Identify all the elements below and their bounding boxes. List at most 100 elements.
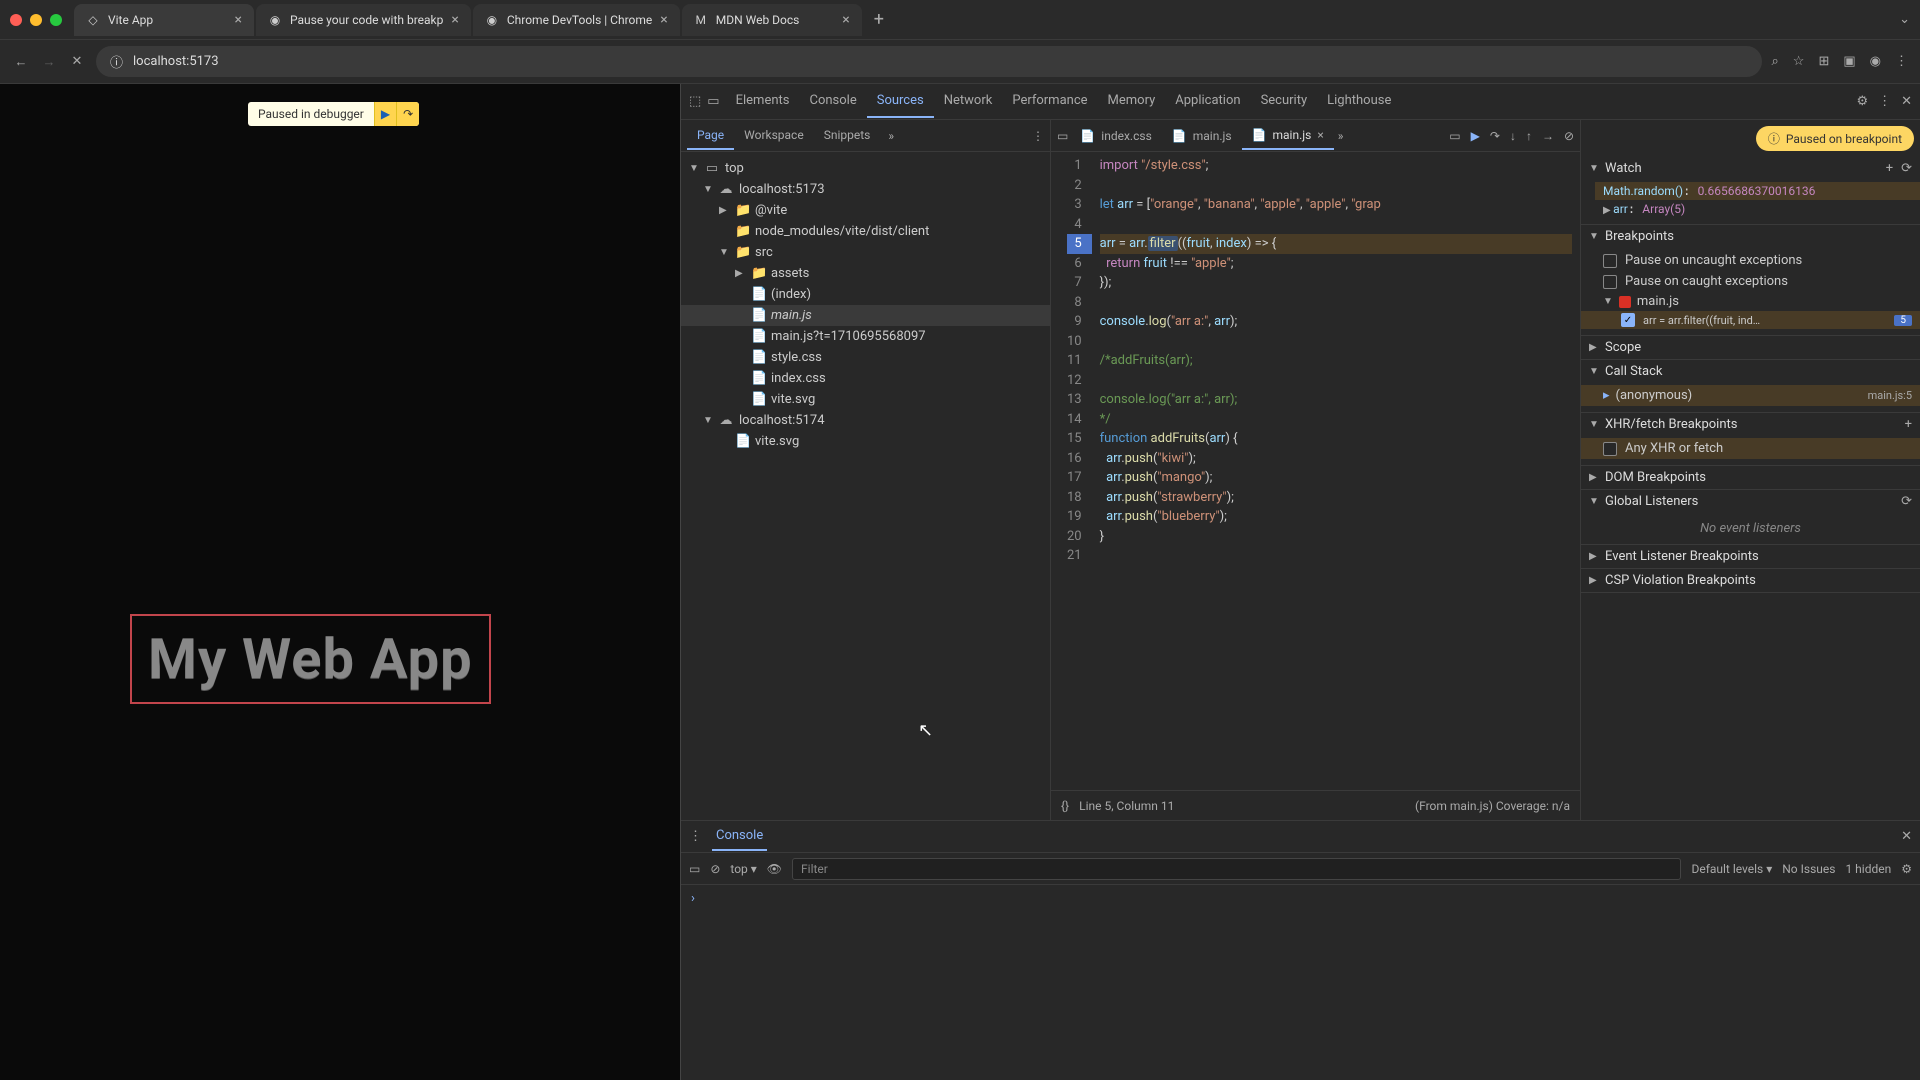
line-number[interactable]: 9 xyxy=(1067,312,1082,332)
breakpoint-file[interactable]: ▼main.js xyxy=(1603,292,1912,311)
line-number[interactable]: 6 xyxy=(1067,254,1082,274)
format-icon[interactable]: ▭ xyxy=(1449,129,1460,143)
code-line[interactable]: arr.push("strawberry"); xyxy=(1100,488,1572,508)
code-line[interactable]: } xyxy=(1100,527,1572,547)
close-tab-icon[interactable]: × xyxy=(1317,128,1323,142)
line-number[interactable]: 21 xyxy=(1067,546,1082,566)
clear-console-icon[interactable]: ⊘ xyxy=(710,862,720,876)
tree-item[interactable]: 📄vite.svg xyxy=(681,431,1050,452)
code-line[interactable] xyxy=(1100,176,1572,196)
extensions-icon[interactable]: ⊞ xyxy=(1818,54,1829,69)
code-editor[interactable]: 123456789101112131415161718192021 import… xyxy=(1051,152,1580,790)
drawer-more-icon[interactable]: ⋮ xyxy=(689,829,702,844)
resume-icon[interactable]: ▶ xyxy=(1471,129,1480,143)
search-icon[interactable]: ⌕ xyxy=(1772,54,1779,69)
pretty-print-icon[interactable]: {} xyxy=(1061,799,1069,813)
close-devtools-icon[interactable]: ✕ xyxy=(1901,94,1912,109)
pause-caught-row[interactable]: Pause on caught exceptions xyxy=(1603,271,1912,292)
nav-tab-snippets[interactable]: Snippets xyxy=(814,122,881,150)
editor-tab[interactable]: 📄index.css xyxy=(1070,122,1161,150)
callstack-header[interactable]: ▼Call Stack xyxy=(1581,360,1920,383)
code-line[interactable]: /*addFruits(arr); xyxy=(1100,351,1572,371)
code-line[interactable] xyxy=(1100,215,1572,235)
tree-item[interactable]: ▶📁@vite xyxy=(681,200,1050,221)
watch-expression[interactable]: ▶ arr: Array(5) xyxy=(1603,200,1912,218)
code-line[interactable]: return fruit !== "apple"; xyxy=(1100,254,1572,274)
tree-item[interactable]: 📄main.js xyxy=(681,305,1050,326)
overflow-icon[interactable]: » xyxy=(1338,129,1344,143)
xhr-any-row[interactable]: Any XHR or fetch xyxy=(1581,438,1920,459)
tree-item[interactable]: ▼☁localhost:5173 xyxy=(681,179,1050,200)
browser-tab[interactable]: ◉Chrome DevTools | Chrome× xyxy=(473,4,680,36)
new-tab-button[interactable]: + xyxy=(864,9,894,30)
devtools-tab-network[interactable]: Network xyxy=(934,85,1003,118)
browser-tab[interactable]: ◇Vite App× xyxy=(74,4,254,36)
tree-item[interactable]: ▼📁src xyxy=(681,242,1050,263)
add-watch-icon[interactable]: + xyxy=(1886,161,1893,176)
console-output[interactable]: › xyxy=(681,885,1920,1080)
line-number[interactable]: 20 xyxy=(1067,527,1082,547)
issues-badge[interactable]: No Issues xyxy=(1782,862,1835,876)
refresh-icon[interactable]: ⟳ xyxy=(1901,161,1912,176)
line-number[interactable]: 17 xyxy=(1067,468,1082,488)
code-line[interactable]: console.log("arr a:", arr); xyxy=(1100,312,1572,332)
xhr-header[interactable]: ▼XHR/fetch Breakpoints+ xyxy=(1581,413,1920,436)
line-number[interactable]: 15 xyxy=(1067,429,1082,449)
inspect-icon[interactable]: ⬚ xyxy=(689,94,701,109)
sidebar-toggle-icon[interactable]: ▭ xyxy=(689,862,700,876)
console-tab[interactable]: Console xyxy=(712,822,767,851)
code-line[interactable]: }); xyxy=(1100,273,1572,293)
close-window[interactable] xyxy=(10,14,22,26)
line-number[interactable]: 2 xyxy=(1067,176,1082,196)
address-field[interactable]: ⓘ localhost:5173 xyxy=(96,46,1762,77)
nav-tab-page[interactable]: Page xyxy=(687,122,734,150)
code-line[interactable]: arr = arr.filter((fruit, index) => { xyxy=(1100,234,1572,254)
maximize-window[interactable] xyxy=(50,14,62,26)
back-button[interactable]: ← xyxy=(12,54,30,70)
devtools-tab-performance[interactable]: Performance xyxy=(1002,85,1097,118)
step-out-icon[interactable]: ↑ xyxy=(1526,129,1532,143)
close-drawer-icon[interactable]: ✕ xyxy=(1901,829,1912,844)
chevron-down-icon[interactable]: ⌄ xyxy=(1899,12,1910,27)
line-number[interactable]: 8 xyxy=(1067,293,1082,313)
breakpoints-header[interactable]: ▼Breakpoints xyxy=(1581,225,1920,248)
step-over-icon[interactable]: ↷ xyxy=(1490,129,1500,143)
code-line[interactable] xyxy=(1100,546,1572,566)
code-line[interactable]: let arr = ["orange", "banana", "apple", … xyxy=(1100,195,1572,215)
live-expr-icon[interactable]: 👁 xyxy=(767,862,782,876)
tree-item[interactable]: 📄(index) xyxy=(681,284,1050,305)
forward-button[interactable]: → xyxy=(40,54,58,70)
code-line[interactable]: */ xyxy=(1100,410,1572,430)
line-number[interactable]: 7 xyxy=(1067,273,1082,293)
code-line[interactable] xyxy=(1100,293,1572,313)
device-icon[interactable]: ▭ xyxy=(707,94,719,109)
event-listener-bp-header[interactable]: ▶Event Listener Breakpoints xyxy=(1581,545,1920,568)
callstack-frame[interactable]: ▸ (anonymous) main.js:5 xyxy=(1581,385,1920,406)
devtools-tab-memory[interactable]: Memory xyxy=(1098,85,1166,118)
tree-item[interactable]: 📄main.js?t=1710695568097 xyxy=(681,326,1050,347)
editor-tab[interactable]: 📄main.js× xyxy=(1242,122,1334,150)
refresh-icon[interactable]: ⟳ xyxy=(1901,494,1912,509)
nav-tab-workspace[interactable]: Workspace xyxy=(734,122,814,150)
scope-header[interactable]: ▶Scope xyxy=(1581,336,1920,359)
toggle-nav-icon[interactable]: ▭ xyxy=(1057,129,1068,143)
close-tab-icon[interactable]: × xyxy=(235,12,242,28)
line-number[interactable]: 10 xyxy=(1067,332,1082,352)
devtools-tab-security[interactable]: Security xyxy=(1251,85,1318,118)
site-info-icon[interactable]: ⓘ xyxy=(110,52,123,71)
close-tab-icon[interactable]: × xyxy=(451,12,458,28)
line-number[interactable]: 5 xyxy=(1067,234,1092,254)
browser-tab[interactable]: MMDN Web Docs× xyxy=(682,4,862,36)
step-icon[interactable]: → xyxy=(1542,129,1554,143)
console-settings-icon[interactable]: ⚙ xyxy=(1901,862,1912,876)
devtools-tab-console[interactable]: Console xyxy=(799,85,866,118)
file-tree[interactable]: ▼▭top▼☁localhost:5173▶📁@vite📁node_module… xyxy=(681,152,1050,820)
code-line[interactable] xyxy=(1100,371,1572,391)
line-number[interactable]: 18 xyxy=(1067,488,1082,508)
resume-icon[interactable]: ▶ xyxy=(374,102,396,126)
step-icon[interactable]: ↷ xyxy=(396,102,419,126)
tree-item[interactable]: ▼☁localhost:5174 xyxy=(681,410,1050,431)
sidepanel-icon[interactable]: ▣ xyxy=(1843,54,1855,69)
add-icon[interactable]: + xyxy=(1905,417,1912,432)
tree-item[interactable]: ▼▭top xyxy=(681,158,1050,179)
